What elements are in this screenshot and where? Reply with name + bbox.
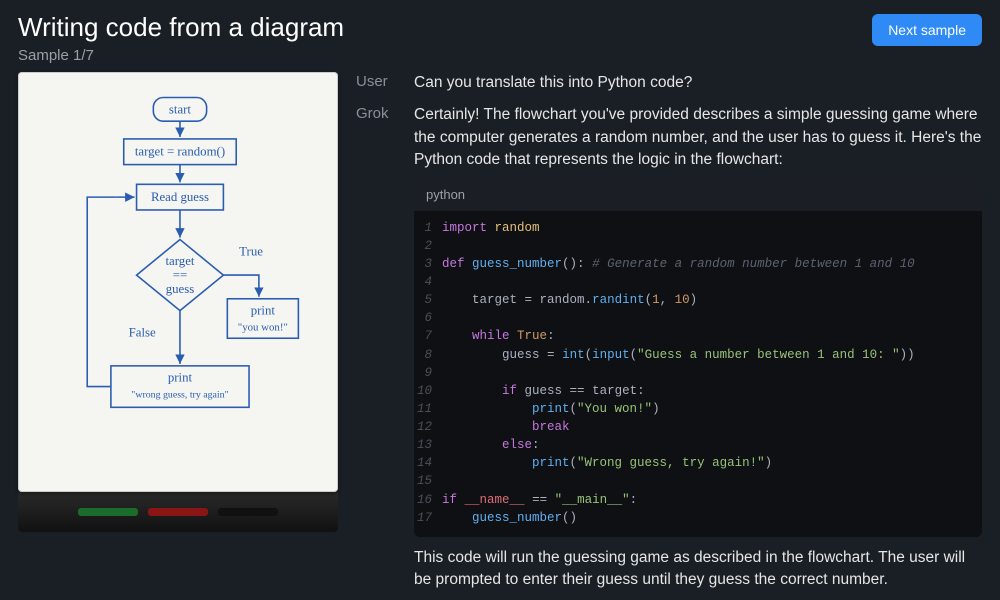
message-grok: Grok Certainly! The flowchart you've pro… bbox=[356, 104, 982, 599]
marker-tray bbox=[18, 492, 338, 532]
marker-black bbox=[218, 508, 278, 516]
svg-text:guess: guess bbox=[166, 282, 194, 296]
speaker-label-grok: Grok bbox=[356, 104, 400, 599]
code-line: 16if __name__ == "__main__": bbox=[414, 491, 982, 509]
svg-text:"wrong guess, try again": "wrong guess, try again" bbox=[131, 389, 228, 400]
code-line: 1import random bbox=[414, 219, 982, 237]
message-user: User Can you translate this into Python … bbox=[356, 72, 982, 94]
svg-text:False: False bbox=[129, 325, 156, 339]
code-line: 9 bbox=[414, 364, 982, 382]
svg-text:True: True bbox=[239, 244, 263, 258]
code-line: 17 guess_number() bbox=[414, 509, 982, 527]
code-language-label: python bbox=[414, 180, 982, 211]
grok-outro-text: This code will run the guessing game as … bbox=[414, 547, 982, 592]
sample-counter: Sample 1/7 bbox=[18, 47, 344, 64]
flowchart-whiteboard: start target = random() Read guess bbox=[18, 72, 338, 492]
code-line: 4 bbox=[414, 273, 982, 291]
code-line: 15 bbox=[414, 472, 982, 490]
code-body: 1import random23def guess_number(): # Ge… bbox=[414, 211, 982, 537]
svg-text:print: print bbox=[251, 304, 276, 318]
svg-text:"you won!": "you won!" bbox=[238, 321, 288, 333]
code-line: 3def guess_number(): # Generate a random… bbox=[414, 255, 982, 273]
svg-text:print: print bbox=[168, 371, 193, 385]
code-line: 6 bbox=[414, 309, 982, 327]
svg-text:target: target bbox=[166, 254, 195, 268]
code-line: 2 bbox=[414, 237, 982, 255]
marker-red bbox=[148, 508, 208, 516]
svg-text:==: == bbox=[173, 268, 187, 282]
page-title: Writing code from a diagram bbox=[18, 12, 344, 43]
code-line: 14 print("Wrong guess, try again!") bbox=[414, 454, 982, 472]
code-line: 10 if guess == target: bbox=[414, 382, 982, 400]
user-message-text: Can you translate this into Python code? bbox=[414, 72, 982, 94]
svg-text:target = random(): target = random() bbox=[135, 145, 225, 159]
code-line: 11 print("You won!") bbox=[414, 400, 982, 418]
svg-text:Read guess: Read guess bbox=[151, 190, 209, 204]
code-line: 13 else: bbox=[414, 436, 982, 454]
grok-intro-text: Certainly! The flowchart you've provided… bbox=[414, 104, 982, 171]
code-line: 5 target = random.randint(1, 10) bbox=[414, 291, 982, 309]
code-line: 12 break bbox=[414, 418, 982, 436]
code-block: python 1import random23def guess_number(… bbox=[414, 180, 982, 537]
header: Writing code from a diagram Sample 1/7 N… bbox=[18, 12, 982, 64]
code-line: 7 while True: bbox=[414, 327, 982, 345]
svg-text:start: start bbox=[169, 102, 191, 116]
conversation: User Can you translate this into Python … bbox=[356, 72, 982, 600]
flowchart-svg: start target = random() Read guess bbox=[30, 84, 326, 480]
code-line: 8 guess = int(input("Guess a number betw… bbox=[414, 346, 982, 364]
next-sample-button[interactable]: Next sample bbox=[872, 14, 982, 46]
marker-green bbox=[78, 508, 138, 516]
speaker-label-user: User bbox=[356, 72, 400, 94]
